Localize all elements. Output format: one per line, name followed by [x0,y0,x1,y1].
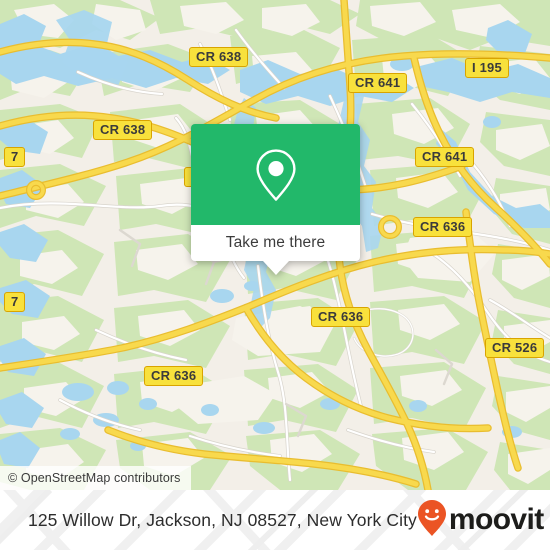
callout-header [191,124,360,225]
road-shield-label: CR 636 [318,309,364,324]
take-me-there-button[interactable]: Take me there [191,225,360,261]
take-me-there-label: Take me there [225,234,326,251]
map-pin-icon [255,148,297,202]
road-shield-label: 7 [11,149,19,164]
road-shield-label: CR 636 [151,368,197,383]
road-shield: CR 636 [413,217,473,237]
callout-pointer [262,261,289,275]
road-shield-label: CR 638 [100,122,146,137]
map-screenshot: CR 638CR 641I 195CR 638CR 641CR7CR 6367C… [0,0,550,550]
road-shield: 7 [4,292,26,312]
road-shield: CR 636 [144,366,204,386]
road-shield: CR 641 [415,147,475,167]
road-shield: CR 526 [485,338,545,358]
moovit-smile-pin-icon [417,499,447,542]
moovit-logo[interactable]: moovit [417,499,544,542]
road-shield: CR 638 [93,120,153,140]
road-shield: I 195 [465,58,509,78]
location-callout-card[interactable]: Take me there [191,124,360,275]
road-shield-label: 7 [11,294,19,309]
map-attribution[interactable]: © OpenStreetMap contributors [0,466,191,490]
road-shield: CR 641 [348,73,408,93]
road-shield-label: I 195 [472,60,502,75]
footer-bar: 125 Willow Dr, Jackson, NJ 08527, New Yo… [0,490,550,550]
road-shield: 7 [4,147,26,167]
road-shield-label: CR 641 [355,75,401,90]
road-shield-label: CR 638 [196,49,242,64]
moovit-wordmark: moovit [448,503,544,536]
attribution-text: © OpenStreetMap contributors [8,471,181,485]
road-shield: CR 636 [311,307,371,327]
road-shield-label: CR 526 [492,340,538,355]
address-text: 125 Willow Dr, Jackson, NJ 08527, New Yo… [28,509,417,530]
road-shield-label: CR 641 [422,149,468,164]
road-shield-label: CR 636 [420,219,466,234]
road-shield: CR 638 [189,47,249,67]
